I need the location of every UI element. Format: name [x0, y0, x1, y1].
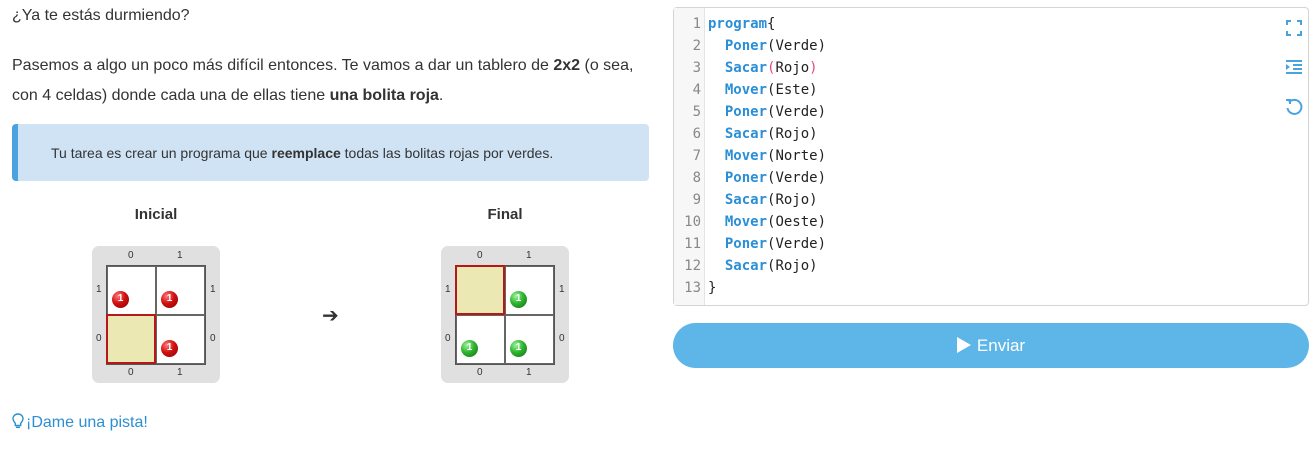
green-ball: 1 [510, 291, 527, 308]
column-label: 0 [477, 367, 483, 378]
column-label: 1 [177, 250, 183, 261]
green-ball: 1 [461, 340, 478, 357]
code-text: Sacar(Rojo) [724, 258, 818, 274]
line-number: 7 [692, 148, 701, 164]
indent-icon[interactable] [1284, 57, 1304, 77]
row-label: 1 [445, 284, 451, 295]
column-label: 1 [526, 367, 532, 378]
board-cell [156, 315, 205, 364]
board-cell [505, 315, 554, 364]
code-line: 1 program{ [674, 13, 1274, 35]
send-button[interactable]: Enviar [673, 323, 1309, 368]
red-ball: 1 [112, 291, 129, 308]
code-line: 8 Poner(Verde) [674, 167, 1274, 189]
intro-text-3: . [438, 87, 444, 104]
intro-text-1: Pasemos a algo un poco más difícil enton… [12, 57, 554, 74]
red-ball: 1 [161, 291, 178, 308]
line-number: 9 [692, 192, 701, 208]
column-label: 0 [128, 367, 134, 378]
code-line: 9 Sacar(Rojo) [674, 189, 1274, 211]
initial-board-title: Inicial [134, 206, 178, 223]
code-text: Mover(Norte) [724, 148, 827, 164]
code-line: 7 Mover(Norte) [674, 145, 1274, 167]
task-text-2: todas las bolitas rojas por verdes. [340, 145, 554, 161]
line-number: 4 [692, 82, 701, 98]
line-number: 1 [692, 16, 701, 32]
line-number: 12 [684, 258, 701, 274]
line-number: 6 [692, 126, 701, 142]
code-line: 5 Poner(Verde) [674, 101, 1274, 123]
row-label: 0 [210, 333, 216, 344]
code-text: Poner(Verde) [724, 170, 827, 186]
task-callout: Tu tarea es crear un programa que reempl… [12, 124, 649, 181]
line-number: 13 [684, 280, 701, 296]
arrow-right-icon: ➔ [322, 305, 339, 327]
code-editor[interactable]: 1 program{2 Poner(Verde) 3 Sacar(Rojo) 4 Mo… [673, 7, 1309, 306]
row-label: 0 [559, 333, 565, 344]
row-label: 1 [210, 284, 216, 295]
board-cell [456, 315, 505, 364]
intro-paragraph: Pasemos a algo un poco más difícil enton… [12, 51, 657, 111]
line-number: 10 [684, 214, 701, 230]
fullscreen-icon[interactable] [1284, 18, 1304, 38]
code-line: 11 Poner(Verde) [674, 233, 1274, 255]
lightbulb-icon [12, 413, 24, 429]
intro-bold-ball: una bolita roja [329, 87, 439, 104]
play-icon [956, 337, 971, 353]
red-ball: 1 [161, 340, 178, 357]
final-board: 111100111100 [441, 246, 569, 383]
green-ball: 1 [510, 340, 527, 357]
column-label: 0 [128, 250, 134, 261]
task-bold: reemplace [271, 145, 341, 161]
row-label: 0 [445, 333, 451, 344]
board-cell [107, 266, 156, 315]
code-line: 3 Sacar(Rojo) [674, 57, 1274, 79]
code-text: } [708, 280, 717, 296]
code-text: Mover(Oeste) [724, 214, 827, 230]
code-line: 13} [674, 277, 1274, 299]
column-label: 1 [177, 367, 183, 378]
code-text: program{ [708, 16, 776, 32]
intro-bold-size: 2x2 [553, 57, 581, 74]
task-text-1: Tu tarea es crear un programa que [51, 145, 272, 161]
hint-link[interactable]: ¡Dame una pista! [12, 413, 148, 432]
code-line: 6 Sacar(Rojo) [674, 123, 1274, 145]
code-text: Poner(Verde) [724, 104, 827, 120]
code-line: 10 Mover(Oeste) [674, 211, 1274, 233]
code-text: Sacar(Rojo) [724, 126, 818, 142]
code-text: Sacar(Rojo) [724, 60, 818, 76]
board-cell-head [106, 314, 156, 364]
row-label: 0 [96, 333, 102, 344]
code-line: 12 Sacar(Rojo) [674, 255, 1274, 277]
code-text: Mover(Este) [724, 82, 818, 98]
send-button-label: Enviar [976, 336, 1026, 355]
code-text: Poner(Verde) [724, 236, 827, 252]
line-number: 8 [692, 170, 701, 186]
initial-board: 111100111100 [92, 246, 220, 383]
code-text: Poner(Verde) [724, 38, 827, 54]
column-label: 0 [477, 250, 483, 261]
question-heading: ¿Ya te estás durmiendo? [12, 7, 190, 24]
board-grid [106, 265, 206, 365]
board-cell-head [455, 265, 505, 315]
board-cell [156, 266, 205, 315]
line-number: 2 [692, 38, 701, 54]
reset-icon[interactable] [1284, 97, 1304, 117]
line-number: 11 [684, 236, 701, 252]
line-number: 5 [692, 104, 701, 120]
code-area[interactable]: 1 program{2 Poner(Verde) 3 Sacar(Rojo) 4 Mo… [674, 13, 1274, 299]
hint-label: ¡Dame una pista! [26, 414, 148, 431]
line-number: 3 [692, 60, 701, 76]
final-board-title: Final [487, 206, 523, 223]
code-text: Sacar(Rojo) [724, 192, 818, 208]
code-line: 2 Poner(Verde) [674, 35, 1274, 57]
board-cell [505, 266, 554, 315]
row-label: 1 [559, 284, 565, 295]
code-line: 4 Mover(Este) [674, 79, 1274, 101]
column-label: 1 [526, 250, 532, 261]
row-label: 1 [96, 284, 102, 295]
